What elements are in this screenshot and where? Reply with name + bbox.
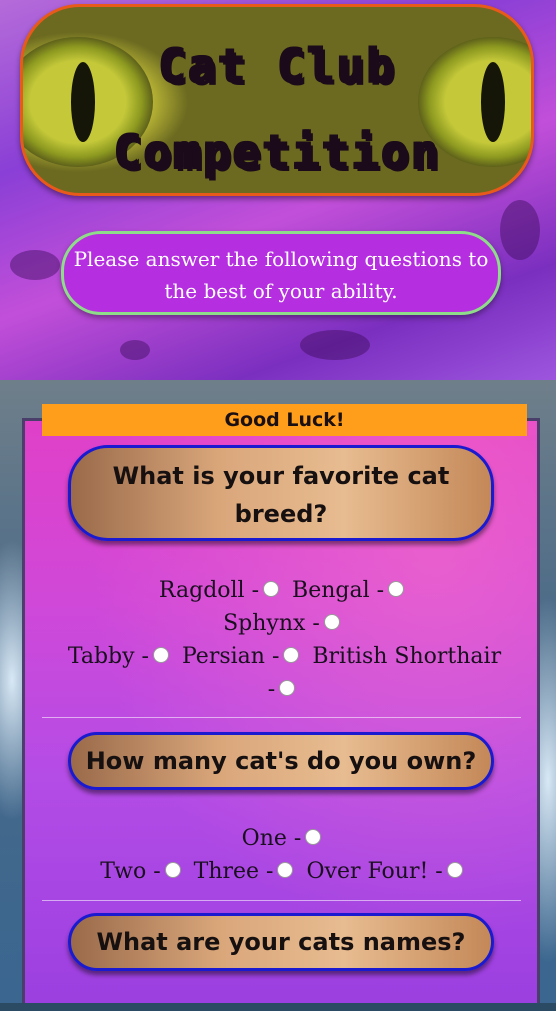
- page-title-line1: Cat Club: [23, 39, 531, 93]
- radio-one[interactable]: [305, 829, 322, 845]
- radio-over-four[interactable]: [446, 862, 463, 878]
- question-cat-count: How many cat's do you own?: [68, 732, 494, 790]
- question-favorite-breed: What is your favorite cat breed?: [68, 445, 494, 541]
- divider: [42, 900, 521, 901]
- option-persian: Persian -: [182, 644, 305, 669]
- radio-persian[interactable]: [283, 647, 300, 663]
- header-banner: Cat Club Competition: [20, 4, 534, 196]
- option-label: Three -: [193, 859, 274, 884]
- count-options: One - Two - Three - Over Four! -: [42, 822, 527, 888]
- option-label: Over Four! -: [306, 859, 443, 884]
- option-ragdoll: Ragdoll -: [159, 578, 285, 603]
- radio-tabby[interactable]: [152, 647, 169, 663]
- header-background: Cat Club Competition Please answer the f…: [0, 0, 556, 380]
- radio-ragdoll[interactable]: [263, 581, 280, 597]
- option-bengal: Bengal -: [292, 578, 410, 603]
- option-two: Two -: [100, 859, 186, 884]
- option-sphynx: Sphynx -: [223, 611, 346, 636]
- page-title-line2: Competition: [23, 125, 531, 179]
- option-one: One -: [242, 826, 328, 851]
- radio-three[interactable]: [277, 862, 294, 878]
- bottom-edge: [0, 1003, 556, 1011]
- option-label: Two -: [100, 859, 161, 884]
- divider: [42, 717, 521, 718]
- intro-message: Please answer the following questions to…: [61, 231, 501, 315]
- option-three: Three -: [194, 859, 300, 884]
- radio-sphynx[interactable]: [323, 614, 340, 630]
- question-cat-names: What are your cats names?: [68, 913, 494, 971]
- option-label: Bengal -: [292, 578, 385, 603]
- radio-british-shorthair[interactable]: [279, 680, 296, 696]
- option-label: One -: [241, 826, 302, 851]
- option-label: Persian -: [181, 644, 280, 669]
- radio-bengal[interactable]: [388, 581, 405, 597]
- option-british-shorthair-label: British Shorthair: [312, 644, 502, 669]
- breed-options: Ragdoll - Bengal - Sphynx - Tabby - Pers…: [42, 574, 527, 706]
- option-british-shorthair: -: [268, 677, 301, 702]
- radio-two[interactable]: [164, 862, 181, 878]
- good-luck-bar: Good Luck!: [42, 404, 527, 436]
- option-label: Sphynx -: [223, 611, 320, 636]
- option-label: Ragdoll -: [158, 578, 260, 603]
- option-label: Tabby -: [67, 644, 149, 669]
- option-over-four: Over Four! -: [306, 859, 468, 884]
- option-tabby: Tabby -: [68, 644, 175, 669]
